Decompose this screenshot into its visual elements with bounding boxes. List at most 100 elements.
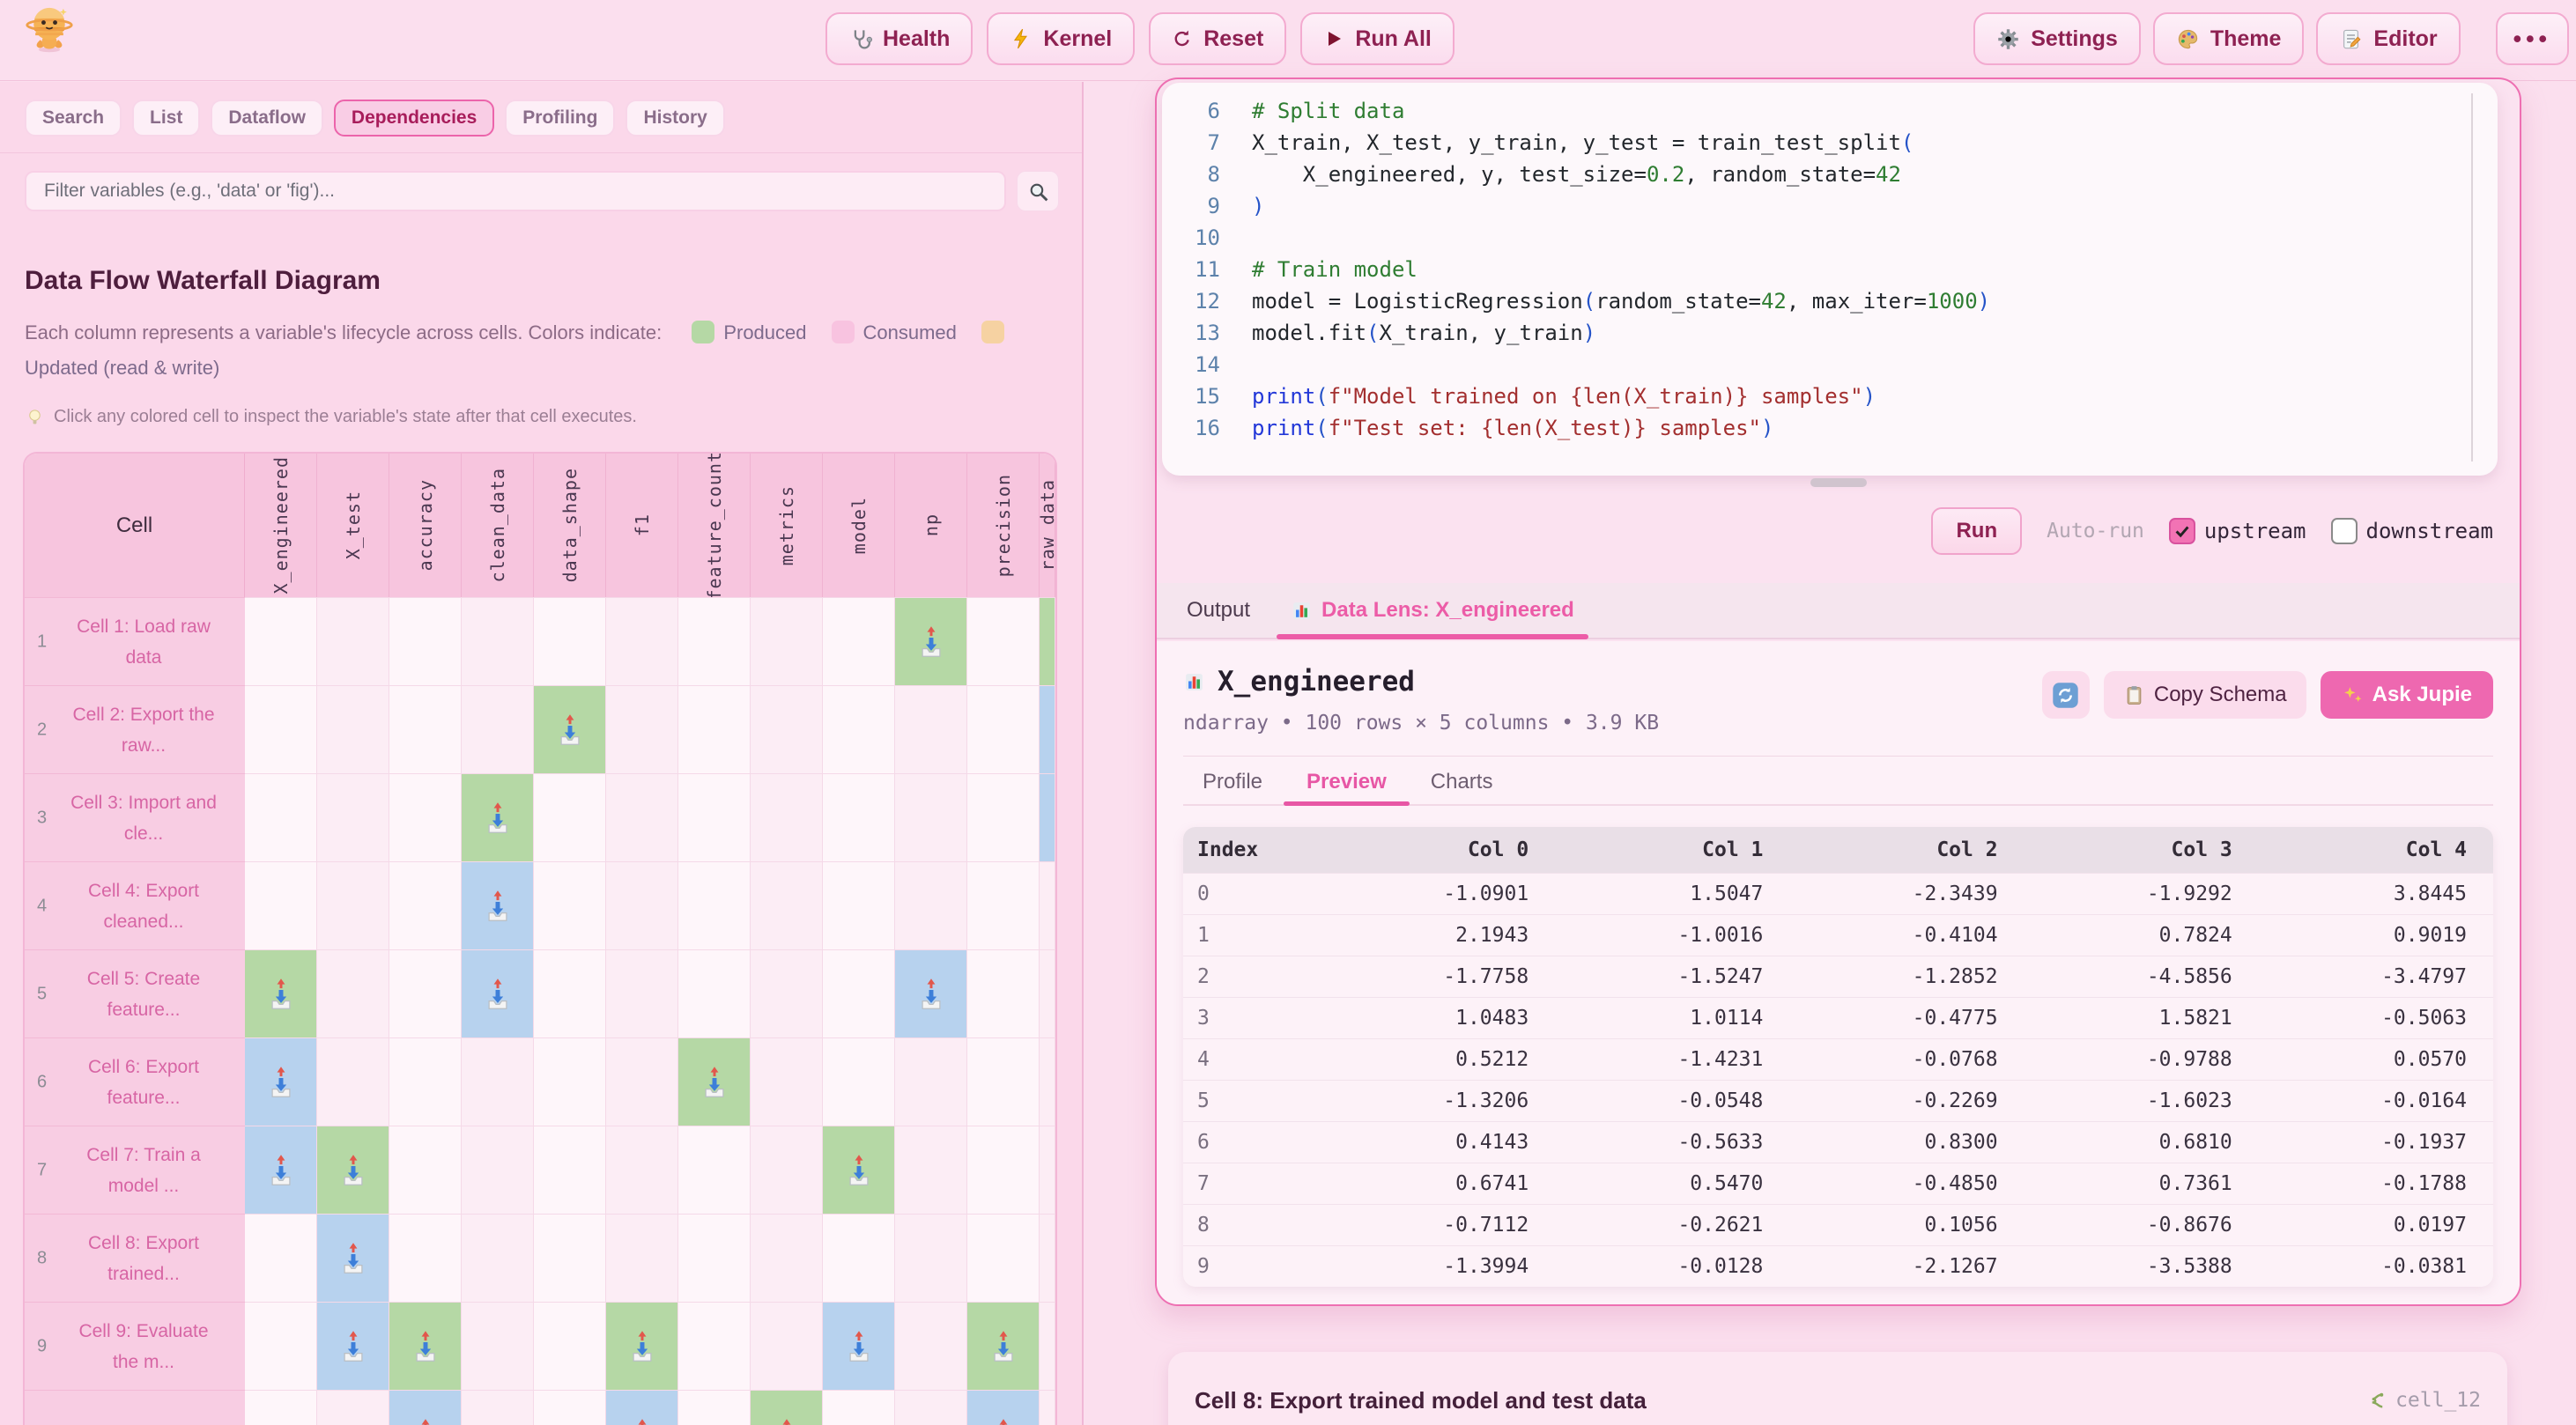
variable-name: X_engineered	[1218, 666, 1415, 698]
resize-handle[interactable]	[1810, 478, 1867, 487]
legend-updated-read-write-label: Updated (read & write)	[25, 357, 219, 379]
row-number: 8	[37, 1243, 47, 1274]
waterfall-cell-x-engineered-row6[interactable]	[245, 1037, 317, 1126]
refresh-button[interactable]	[2042, 671, 2090, 719]
reset-button[interactable]: Reset	[1149, 12, 1286, 65]
code-editor[interactable]: 6# Split data7X_train, X_test, y_train, …	[1162, 83, 2498, 476]
waterfall-cell-model-row1	[823, 597, 895, 685]
waterfall-cell-raw-data-row3[interactable]	[1040, 773, 1055, 861]
waterfall-cell-clean-data-row10	[462, 1390, 534, 1425]
tab-search[interactable]: Search	[25, 100, 122, 137]
tray-icon	[268, 1066, 294, 1098]
waterfall-cell-clean-data-row5[interactable]	[462, 949, 534, 1037]
tab-profile[interactable]: Profile	[1203, 760, 1262, 804]
code-token: (	[1901, 130, 1913, 155]
waterfall-tip: Click any colored cell to inspect the va…	[25, 407, 1082, 427]
code-text: # Train model	[1252, 254, 1418, 285]
search-button[interactable]	[1017, 171, 1059, 211]
waterfall-cell-x-engineered-row2	[245, 685, 317, 773]
palette-icon	[2176, 27, 2200, 51]
tray-icon	[918, 625, 944, 658]
waterfall-cell-np-row5[interactable]	[895, 949, 967, 1037]
table-row: 5-1.3206-0.0548-0.2269-1.6023-0.0164	[1183, 1081, 2493, 1122]
waterfall-cell-accuracy-row10[interactable]	[389, 1390, 462, 1425]
tab-dataflow[interactable]: Dataflow	[211, 100, 323, 137]
waterfall-cell-data-shape-row4	[534, 861, 606, 949]
waterfall-cell-feature-count-row9	[678, 1302, 751, 1390]
cell-value: 1.0483	[1321, 998, 1555, 1039]
waterfall-cell-x-engineered-row1	[245, 597, 317, 685]
waterfall-cell-precision-row10[interactable]	[967, 1390, 1040, 1425]
tab-data-lens-x-engineered[interactable]: Data Lens: X_engineered	[1291, 583, 1574, 638]
column-header-label: f1	[632, 513, 653, 536]
code-line-9: 9)	[1162, 190, 2498, 222]
line-number: 14	[1162, 349, 1252, 380]
cell-label: Cell 3: Import and cle...	[65, 787, 222, 849]
tab-charts[interactable]: Charts	[1431, 760, 1493, 804]
waterfall-cell-clean-data-row4[interactable]	[462, 861, 534, 949]
waterfall-cell-metrics-row10[interactable]	[751, 1390, 823, 1425]
next-cell-card[interactable]: Cell 8: Export trained model and test da…	[1168, 1352, 2507, 1425]
cell-value: -1.0016	[1555, 915, 1789, 956]
waterfall-cell-f1-row10[interactable]	[606, 1390, 678, 1425]
waterfall-cell-model-row7[interactable]	[823, 1126, 895, 1214]
waterfall-cell-precision-row2	[967, 685, 1040, 773]
theme-button[interactable]: Theme	[2153, 12, 2305, 65]
waterfall-cell-raw-data-row2[interactable]	[1040, 685, 1055, 773]
waterfall-cell-raw-data-row1[interactable]	[1040, 597, 1055, 685]
topbar: Health Kernel Reset Run All SettingsThemeEd…	[0, 0, 2576, 81]
filter-row	[25, 171, 1059, 211]
waterfall-cell-model-row9[interactable]	[823, 1302, 895, 1390]
run-button[interactable]: Run	[1931, 507, 2022, 555]
tab-list[interactable]: List	[132, 100, 200, 137]
more-button[interactable]: •••	[2496, 12, 2569, 65]
cell-value: -0.9788	[2025, 1039, 2259, 1081]
filter-input[interactable]	[25, 171, 1006, 211]
code-token: , max_iter=	[1787, 289, 1927, 314]
editor-scrollbar[interactable]	[2471, 93, 2473, 461]
line-number: 7	[1162, 127, 1252, 159]
copy-schema-button[interactable]: Copy Schema	[2104, 671, 2306, 719]
waterfall-cell-x-engineered-row7[interactable]	[245, 1126, 317, 1214]
waterfall-cell-data-shape-row2[interactable]	[534, 685, 606, 773]
row-number: 3	[37, 802, 47, 833]
waterfall-cell-np-row1[interactable]	[895, 597, 967, 685]
cell-value: 0.1056	[1789, 1205, 2024, 1246]
waterfall-cell-feature-count-row6[interactable]	[678, 1037, 751, 1126]
waterfall-cell-clean-data-row6	[462, 1037, 534, 1126]
settings-button[interactable]: Settings	[1973, 12, 2141, 65]
tab-dependencies[interactable]: Dependencies	[334, 100, 494, 137]
waterfall-cell-accuracy-row9[interactable]	[389, 1302, 462, 1390]
data-lens-header: X_engineered ndarray • 100 rows × 5 colu…	[1183, 666, 2493, 735]
column-header-col-4: Col 4	[2259, 827, 2493, 874]
tab-profiling[interactable]: Profiling	[505, 100, 615, 137]
waterfall-cell-x-test-row8[interactable]	[317, 1214, 389, 1302]
code-token: print	[1252, 416, 1315, 440]
output-tab-bar: Output Data Lens: X_engineered	[1157, 583, 2520, 639]
upstream-checkbox[interactable]	[2169, 518, 2195, 544]
tab-preview[interactable]: Preview	[1307, 760, 1387, 804]
waterfall-cell-x-engineered-row5[interactable]	[245, 949, 317, 1037]
health-button[interactable]: Health	[825, 12, 973, 65]
code-token: )	[1978, 289, 1990, 314]
waterfall-cell-clean-data-row9	[462, 1302, 534, 1390]
downstream-checkbox[interactable]	[2331, 518, 2358, 544]
ask-jupie-button[interactable]: Ask Jupie	[2321, 671, 2493, 719]
jupie-mascot-logo[interactable]	[25, 4, 74, 61]
cell-value: -0.2269	[1789, 1081, 2024, 1122]
run-all-button[interactable]: Run All	[1300, 12, 1455, 65]
waterfall-cell-f1-row1	[606, 597, 678, 685]
waterfall-cell-np-row2	[895, 685, 967, 773]
waterfall-cell-clean-data-row3[interactable]	[462, 773, 534, 861]
tab-output[interactable]: Output	[1187, 583, 1250, 638]
editor-button[interactable]: Editor	[2316, 12, 2460, 65]
tab-history[interactable]: History	[625, 100, 724, 137]
waterfall-cell-x-test-row9[interactable]	[317, 1302, 389, 1390]
waterfall-cell-x-test-row7[interactable]	[317, 1126, 389, 1214]
column-header-feature-count: feature_count	[678, 454, 751, 597]
table-row: 9-1.3994-0.0128-2.1267-3.5388-0.0381	[1183, 1246, 2493, 1288]
waterfall-cell-precision-row9[interactable]	[967, 1302, 1040, 1390]
waterfall-cell-f1-row9[interactable]	[606, 1302, 678, 1390]
waterfall-cell-x-test-row1	[317, 597, 389, 685]
kernel-button[interactable]: Kernel	[987, 12, 1135, 65]
